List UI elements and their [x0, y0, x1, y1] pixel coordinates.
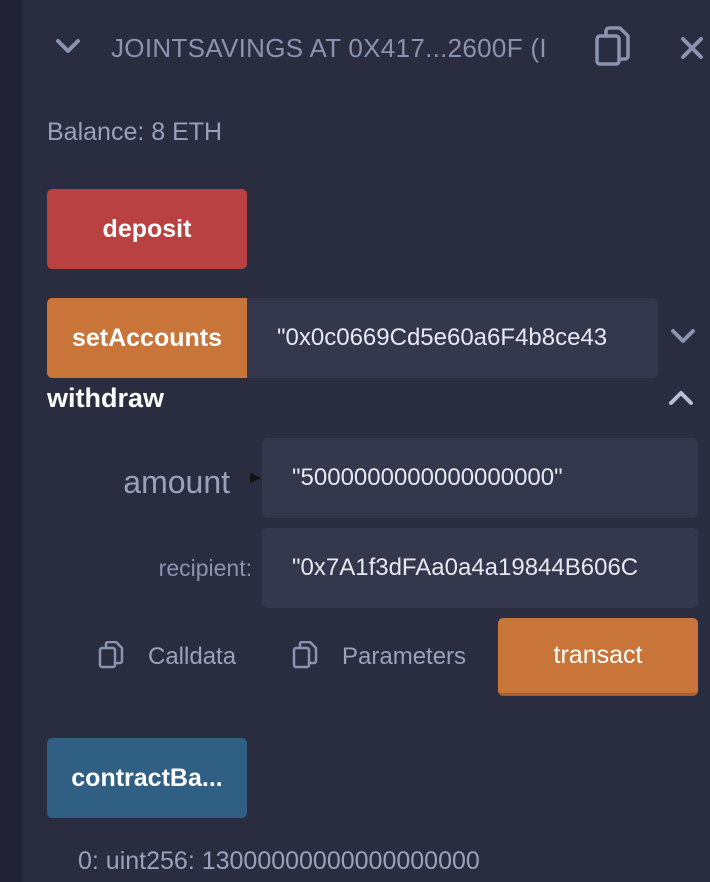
chevron-down-icon[interactable]	[52, 30, 84, 62]
recipient-input[interactable]: "0x7A1f3dFAa0a4a19844B606C	[262, 528, 698, 608]
calldata-copy-link[interactable]: Calldata	[148, 639, 236, 675]
transact-button[interactable]: transact	[498, 618, 698, 696]
contract-balance: Balance: 8 ETH	[47, 118, 223, 146]
contract-balance-button-label: contractBa...	[71, 763, 223, 792]
setaccounts-input[interactable]: "0x0c0669Cd5e60a6F4b8ce43	[247, 298, 658, 378]
copy-icon[interactable]	[590, 24, 636, 70]
contract-title: JOINTSAVINGS AT 0X417...2600F (I	[111, 33, 547, 63]
recipient-label: recipient:	[158, 555, 252, 581]
contract-balance-button[interactable]: contractBa...	[47, 738, 247, 818]
deposit-button[interactable]: deposit	[47, 189, 247, 269]
close-icon[interactable]	[674, 28, 710, 68]
chevron-up-icon[interactable]	[664, 384, 698, 412]
contract-header: JOINTSAVINGS AT 0X417...2600F (I	[22, 0, 710, 96]
contract-balance-result: 0: uint256: 13000000000000000000	[78, 847, 480, 875]
parameters-copy-link[interactable]: Parameters	[342, 639, 466, 675]
amount-input[interactable]: "5000000000000000000"	[262, 438, 698, 518]
amount-label: amount	[123, 464, 230, 500]
left-panel-edge	[0, 0, 22, 882]
setaccounts-button[interactable]: setAccounts	[47, 298, 247, 378]
withdraw-title: withdraw	[47, 383, 165, 413]
copy-icon[interactable]	[97, 640, 125, 670]
copy-icon[interactable]	[291, 640, 319, 670]
chevron-down-icon[interactable]	[666, 322, 700, 350]
